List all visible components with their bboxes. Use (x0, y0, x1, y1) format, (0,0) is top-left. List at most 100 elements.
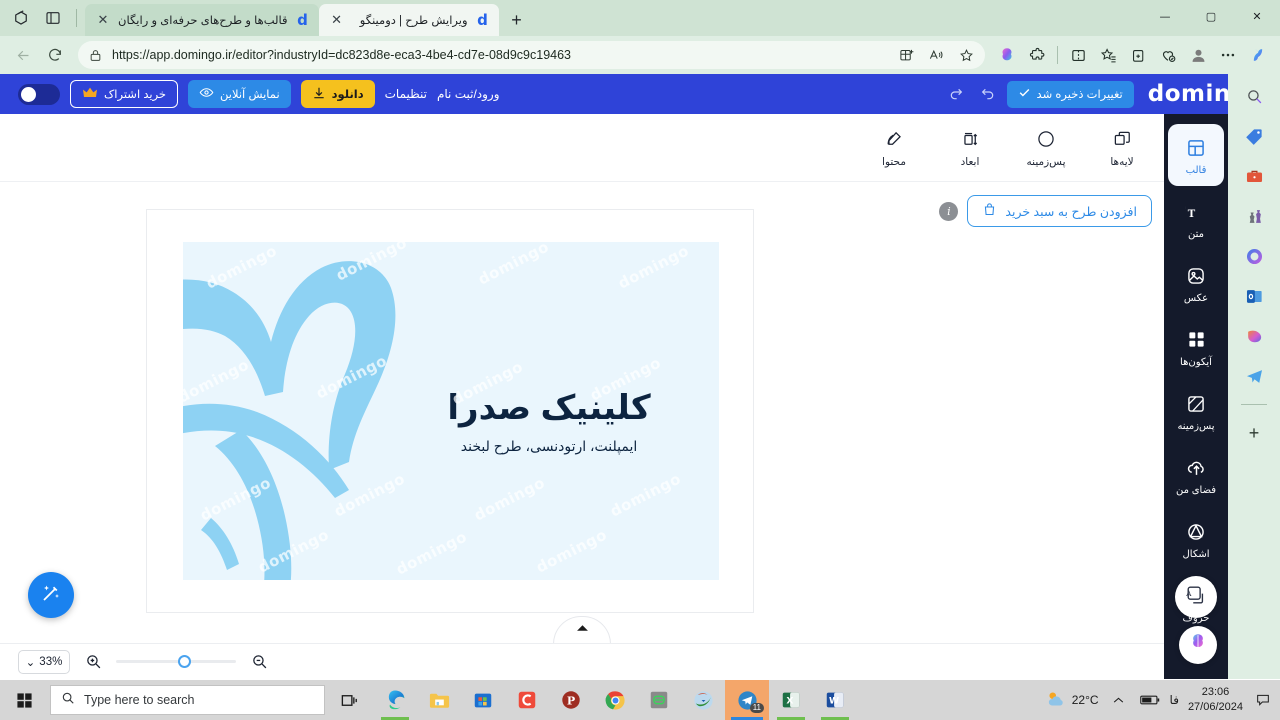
add-sidebar-app-button[interactable]: + (1238, 417, 1270, 449)
settings-more-icon[interactable] (1214, 41, 1242, 69)
workspaces-icon[interactable] (10, 7, 32, 29)
design-title[interactable]: کلینیک صدرا (419, 388, 679, 428)
sidebar-item-template[interactable]: قالب (1168, 124, 1224, 186)
refresh-icon[interactable] (40, 40, 70, 70)
new-tab-button[interactable]: + (503, 6, 531, 34)
app-available-icon[interactable] (895, 44, 917, 66)
tools-briefcase-icon[interactable] (1238, 160, 1270, 192)
sidebar-item-my-space[interactable]: فضای من (1168, 444, 1224, 506)
subtool-content[interactable]: محتوا (866, 127, 922, 168)
taskbar-app-green-app[interactable] (637, 680, 681, 720)
dimensions-icon (961, 127, 980, 151)
battery-icon[interactable] (1139, 689, 1161, 711)
taskbar-app-file-explorer[interactable] (417, 680, 461, 720)
panel-collapse-handle[interactable] (553, 616, 611, 644)
telegram-icon[interactable] (1238, 360, 1270, 392)
tab-title: ویرایش طرح | دومینگو (359, 15, 468, 27)
sidebar-item-shapes[interactable]: اشکال (1168, 508, 1224, 570)
office-icon[interactable] (1238, 240, 1270, 272)
circle-background-icon (1036, 127, 1056, 151)
taskbar-app-p[interactable]: P (549, 680, 593, 720)
sidebar-item-icons[interactable]: آیکون‌ها (1168, 316, 1224, 378)
magic-wand-button[interactable] (28, 572, 74, 618)
sidebar-item-background[interactable]: پس‌زمینه (1168, 380, 1224, 442)
taskbar-app-telegram[interactable]: 11 (725, 680, 769, 720)
clock[interactable]: 23:06 27/06/2024 (1188, 685, 1243, 715)
taskbar-app-excel[interactable]: X (769, 680, 813, 720)
favorites-icon[interactable] (1094, 41, 1122, 69)
show-hidden-icons-button[interactable] (1108, 689, 1130, 711)
outlook-icon[interactable] (1238, 280, 1270, 312)
weather-widget[interactable]: 22°C (1045, 690, 1099, 711)
back-icon[interactable] (8, 40, 38, 70)
shapes-icon (1186, 519, 1206, 545)
task-view-icon[interactable] (325, 680, 373, 720)
taskbar-app-chrome[interactable] (593, 680, 637, 720)
dark-mode-toggle[interactable] (18, 83, 60, 105)
profile-icon[interactable] (1184, 41, 1212, 69)
settings-link[interactable]: تنظیمات (385, 87, 427, 101)
windows-start-icon[interactable] (0, 680, 48, 720)
zoom-slider[interactable] (116, 655, 236, 668)
buy-subscription-button[interactable]: خرید اشتراک (70, 80, 179, 108)
address-bar[interactable]: https://app.domingo.ir/editor?industryId… (78, 41, 985, 69)
taskbar-search-input[interactable]: Type here to search (50, 685, 325, 715)
info-icon[interactable]: i (939, 201, 959, 221)
minimize-button[interactable]: — (1142, 0, 1188, 32)
notification-icon[interactable] (1252, 689, 1274, 711)
copilot-brain-icon[interactable] (993, 41, 1021, 69)
zoom-out-button[interactable] (248, 651, 270, 673)
sidebar-item-text[interactable]: T T متن (1168, 188, 1224, 250)
redo-button[interactable] (943, 81, 969, 107)
subtool-layers[interactable]: لایه‌ها (1094, 127, 1150, 168)
tab-close-icon[interactable]: ✕ (95, 12, 111, 28)
tab-actions-icon[interactable] (42, 7, 64, 29)
zoom-bar: ⌄ 33% (0, 643, 1164, 679)
svg-text:W: W (829, 696, 839, 707)
taskbar-app-edge[interactable] (373, 680, 417, 720)
maximize-button[interactable]: ▢ (1188, 0, 1234, 32)
deals-tag-icon[interactable] (1238, 120, 1270, 152)
design-subtitle[interactable]: ایمپلنت، ارتودنسی، طرح لبخند (419, 438, 679, 455)
read-aloud-icon[interactable] (925, 44, 947, 66)
taskbar-app-microsoft-store[interactable] (461, 680, 505, 720)
download-button[interactable]: دانلود (300, 80, 375, 108)
taskbar-app-idm[interactable] (681, 680, 725, 720)
zoom-level-select[interactable]: ⌄ 33% (18, 649, 70, 674)
tabstrip-divider (76, 9, 77, 27)
designer-icon[interactable] (1238, 320, 1270, 352)
browser-tab-0[interactable]: d قالب‌ها و طرح‌های حرفه‌ای و رایگان ✕ (85, 4, 319, 36)
copilot-icon[interactable] (1244, 41, 1272, 69)
browser-essentials-icon[interactable] (1154, 41, 1182, 69)
search-icon[interactable] (1238, 80, 1270, 112)
browser-tab-1[interactable]: d ویرایش طرح | دومینگو ✕ (318, 4, 499, 36)
split-screen-icon[interactable] (1064, 41, 1092, 69)
online-preview-button[interactable]: نمایش آنلاین (188, 80, 291, 108)
zoom-slider-handle[interactable] (178, 655, 191, 668)
undo-button[interactable] (975, 81, 1001, 107)
taskbar-app-camtasia[interactable] (505, 680, 549, 720)
tab-close-icon[interactable]: ✕ (329, 12, 345, 28)
games-icon[interactable] (1238, 200, 1270, 232)
sidebar-item-image[interactable]: عکس (1168, 252, 1224, 314)
taskbar-app-word[interactable]: W (813, 680, 857, 720)
extensions-icon[interactable] (1023, 41, 1051, 69)
design-artboard[interactable]: کلینیک صدرا ایمپلنت، ارتودنسی، طرح لبخند… (183, 242, 719, 580)
subtool-dimensions[interactable]: ابعاد (942, 127, 998, 168)
zoom-in-button[interactable] (82, 651, 104, 673)
browser-tab-strip: d قالب‌ها و طرح‌های حرفه‌ای و رایگان ✕ d… (0, 0, 1280, 36)
collections-icon[interactable] (1124, 41, 1152, 69)
language-indicator[interactable]: فا (1170, 693, 1179, 707)
fonts-float-button[interactable]: A (1175, 576, 1217, 618)
account-link[interactable]: ورود/ثبت نام (437, 87, 500, 101)
design-canvas[interactable]: کلینیک صدرا ایمپلنت، ارتودنسی، طرح لبخند… (147, 210, 753, 612)
add-to-cart-button[interactable]: افزودن طرح به سبد خرید (967, 195, 1152, 227)
favorite-star-icon[interactable] (955, 44, 977, 66)
close-window-button[interactable]: ✕ (1234, 0, 1280, 32)
subtool-background[interactable]: پس‌زمینه (1018, 127, 1074, 168)
chevron-down-icon: ⌄ (25, 656, 36, 669)
app-header: domingo تغییرات ذخیره شد ورود/ثبت نام تن… (0, 74, 1280, 114)
subtool-label: ابعاد (960, 156, 980, 168)
ai-assistant-float-button[interactable] (1179, 626, 1217, 664)
editor-workspace: افزودن طرح به سبد خرید i کلینیک صدرا ایم… (0, 182, 1164, 644)
